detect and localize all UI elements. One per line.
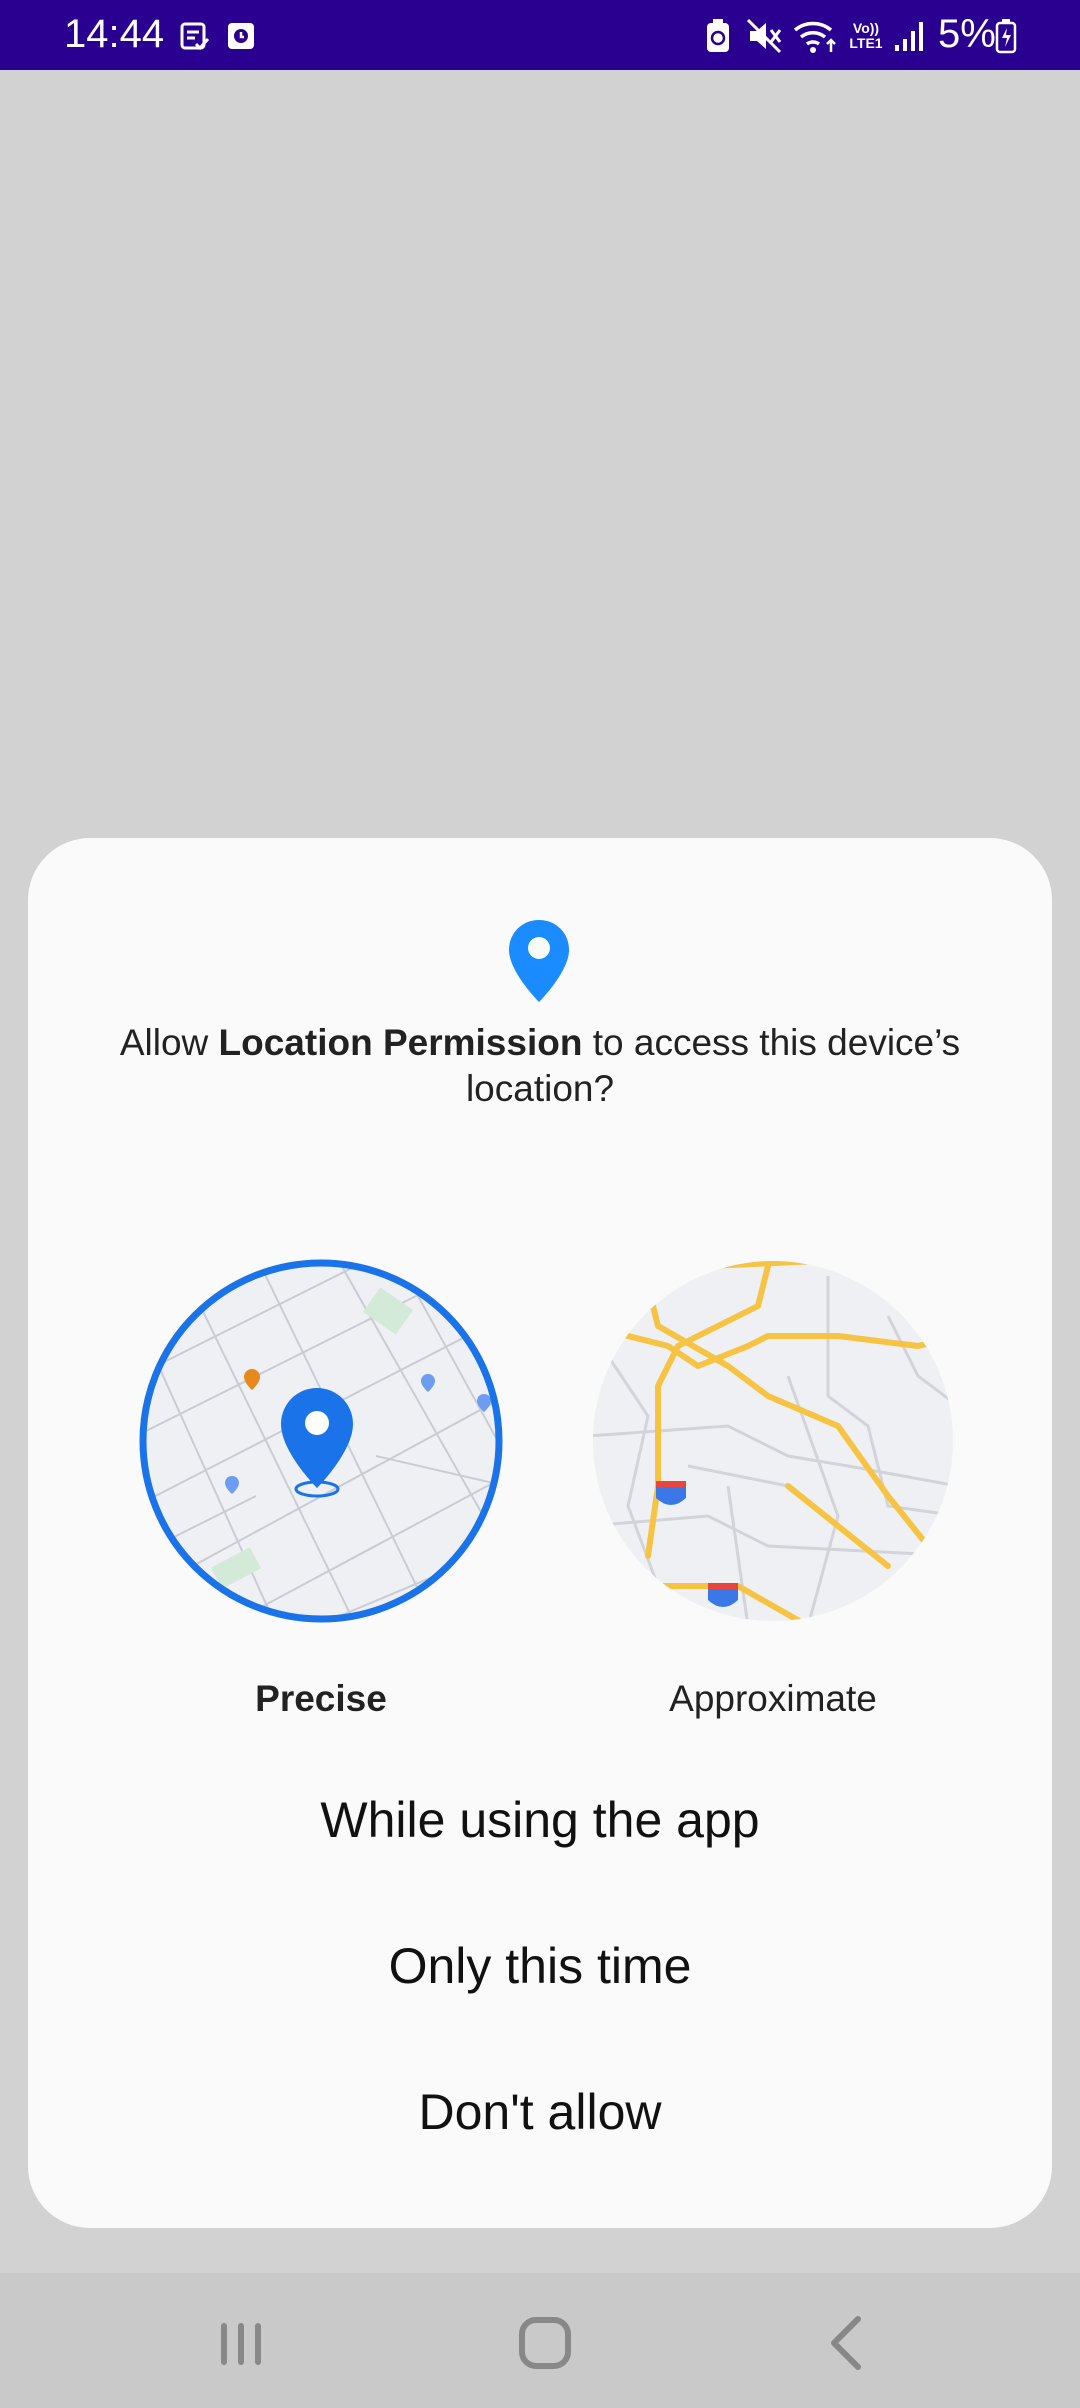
wifi-icon (790, 16, 840, 56)
permission-prompt: Allow Location Permission to access this… (88, 1020, 992, 1112)
precise-option[interactable]: Precise (136, 1256, 506, 1719)
permission-dialog: Allow Location Permission to access this… (28, 838, 1052, 2228)
recent-apps-icon[interactable] (196, 2303, 286, 2383)
approximate-option[interactable]: Approximate (588, 1256, 958, 1719)
mute-icon (744, 16, 784, 56)
battery-saver-icon (702, 16, 734, 56)
location-pin-icon (506, 918, 572, 1004)
battery-percent: 5% (938, 12, 996, 56)
back-icon[interactable] (802, 2303, 892, 2383)
home-icon[interactable] (500, 2303, 590, 2383)
status-bar: 14:44 Vo)) LTE1 5% (0, 0, 1080, 70)
prompt-prefix: Allow (119, 1022, 219, 1063)
approximate-map-icon (588, 1256, 958, 1626)
only-this-time-label: Only this time (388, 1938, 692, 1994)
only-this-time-button[interactable]: Only this time (28, 1896, 1052, 2036)
precise-label: Precise (255, 1678, 387, 1719)
while-using-app-label: While using the app (320, 1792, 760, 1848)
signal-label: Vo)) LTE1 (849, 20, 883, 51)
app-name: Location Permission (218, 1022, 583, 1063)
clock-notification-icon (224, 16, 258, 56)
approximate-label: Approximate (669, 1678, 877, 1719)
battery-charging-icon (994, 16, 1018, 56)
navigation-bar (0, 2273, 1080, 2408)
while-using-app-button[interactable]: While using the app (28, 1750, 1052, 1890)
notification-check-icon (178, 16, 212, 56)
volte-icon: Vo)) LTE1 (846, 16, 886, 56)
precise-map-icon (136, 1256, 506, 1626)
signal-icon (892, 16, 928, 56)
dont-allow-button[interactable]: Don't allow (28, 2042, 1052, 2182)
dont-allow-label: Don't allow (418, 2084, 662, 2140)
status-time: 14:44 (64, 12, 165, 56)
